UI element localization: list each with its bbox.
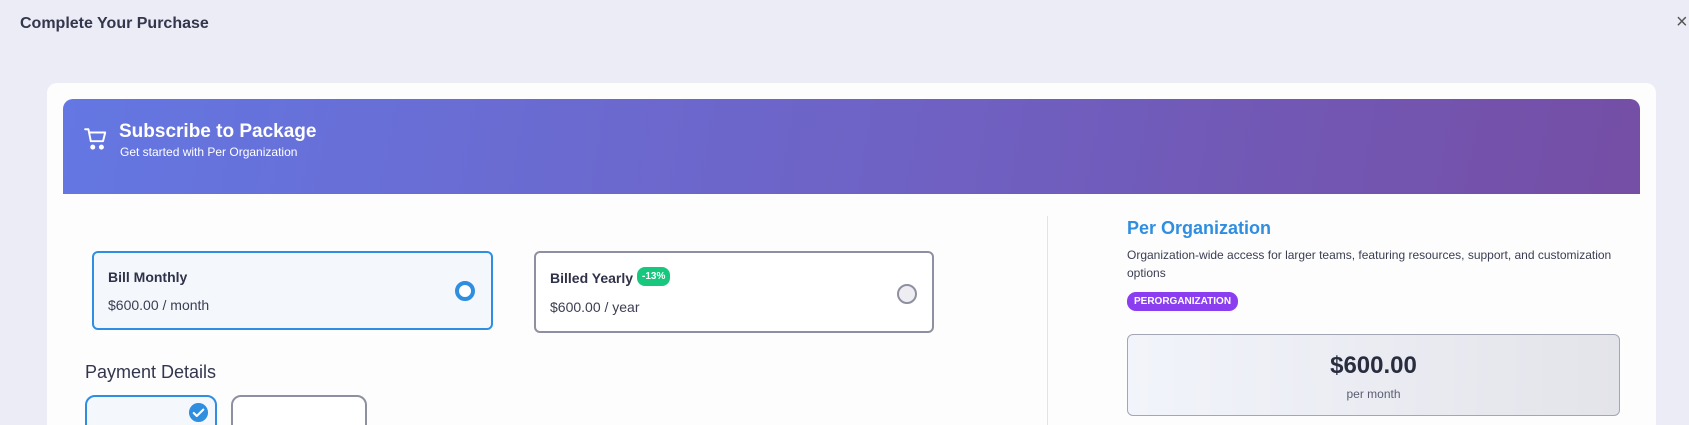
price-period: per month — [1346, 387, 1401, 401]
payment-details-title: Payment Details — [85, 362, 217, 382]
plan-price: $600.00 / year — [550, 299, 640, 315]
plan-name: Billed Yearly — [550, 270, 634, 286]
subscribe-banner: Subscribe to Package Get started with Pe… — [63, 99, 1640, 194]
payment-method-option-selected[interactable] — [85, 395, 217, 425]
package-description: Organization-wide access for larger team… — [1127, 248, 1612, 280]
radio-selected[interactable] — [455, 281, 475, 301]
check-circle-icon — [188, 402, 209, 423]
plan-price: $600.00 / month — [108, 297, 210, 313]
banner-subtitle: Get started with Per Organization — [120, 145, 298, 159]
discount-badge: -13% — [637, 267, 671, 286]
shopping-cart-icon — [84, 128, 107, 150]
package-tag: PERORGANIZATION — [1127, 292, 1239, 311]
price-amount: $600.00 — [1330, 352, 1417, 379]
column-divider — [1047, 216, 1048, 425]
payment-method-option[interactable] — [231, 395, 367, 425]
radio-unselected[interactable] — [897, 284, 917, 304]
plan-option-monthly[interactable]: Bill Monthly $600.00 / month — [92, 251, 493, 330]
modal-title: Complete Your Purchase — [20, 15, 209, 32]
close-button[interactable]: × — [1676, 12, 1689, 32]
plan-option-yearly[interactable]: Billed Yearly -13% $600.00 / year — [534, 251, 934, 333]
banner-title: Subscribe to Package — [119, 121, 317, 142]
price-summary-box: $600.00 per month — [1127, 334, 1620, 416]
plan-name: Bill Monthly — [108, 269, 188, 285]
package-name: Per Organization — [1127, 218, 1272, 238]
